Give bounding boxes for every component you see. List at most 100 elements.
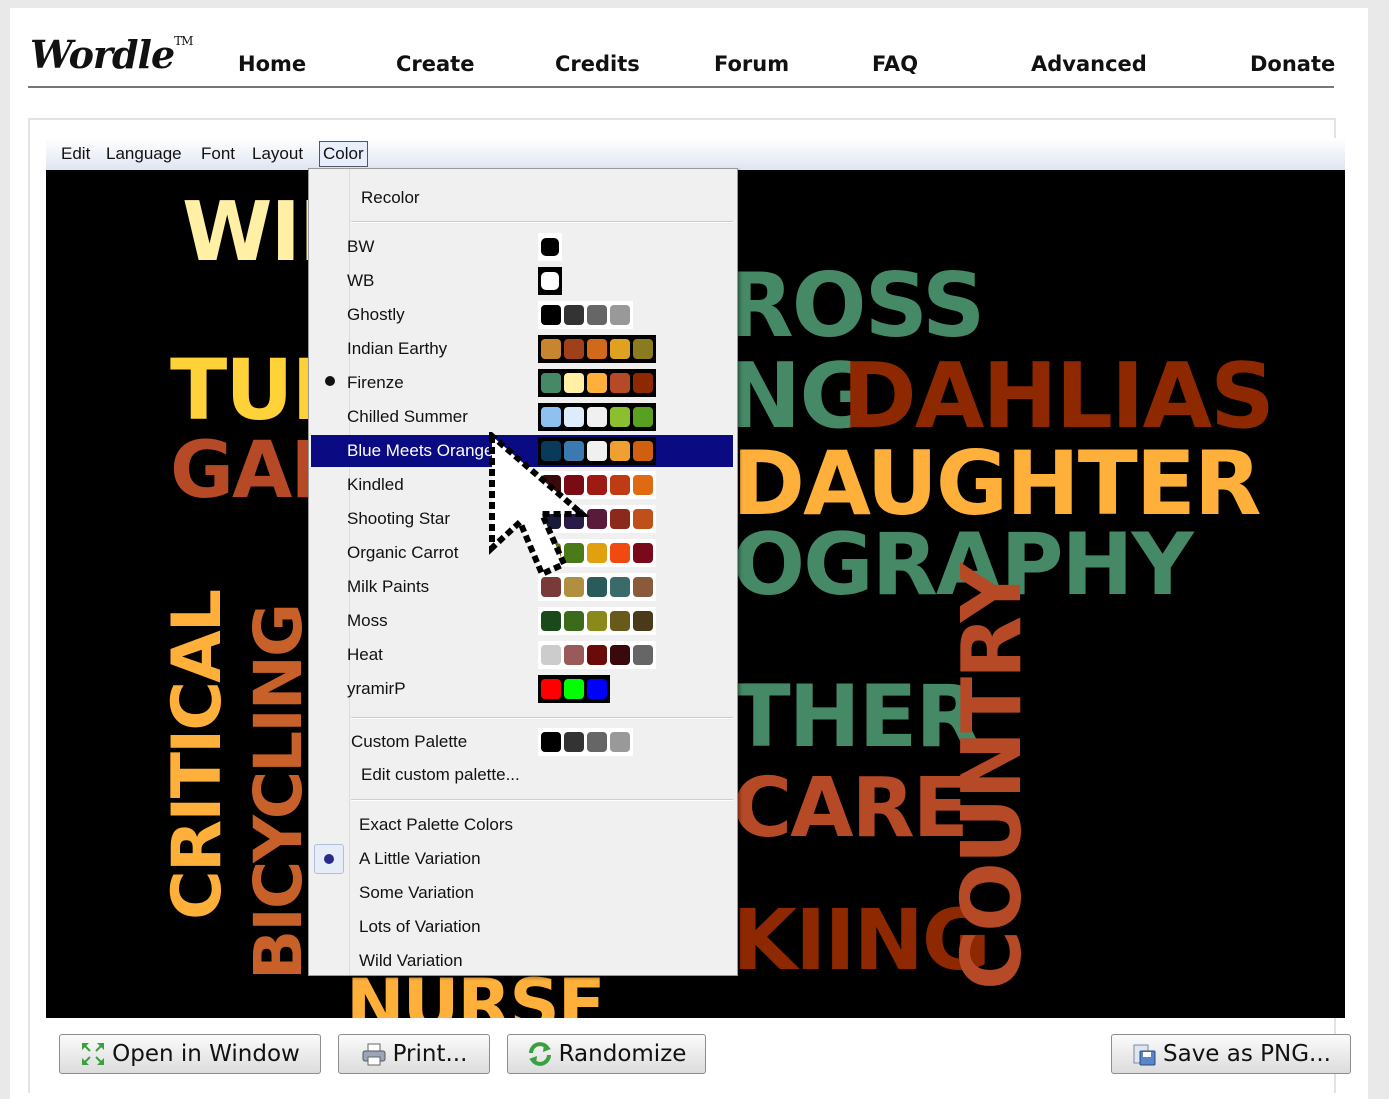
- menu-item-palette[interactable]: WB: [311, 265, 733, 297]
- palette-swatches: [538, 437, 656, 465]
- print-button[interactable]: Print...: [338, 1034, 490, 1074]
- nav-home[interactable]: Home: [238, 52, 306, 76]
- color-swatch: [541, 543, 561, 563]
- menu-item-palette[interactable]: Firenze: [311, 367, 733, 399]
- menu-layout[interactable]: Layout: [249, 142, 306, 166]
- color-swatch: [633, 509, 653, 529]
- menu-item-label: Lots of Variation: [359, 917, 481, 936]
- color-swatch: [541, 509, 561, 529]
- randomize-button[interactable]: Randomize: [507, 1034, 706, 1074]
- menu-item-palette[interactable]: Milk Paints: [311, 571, 733, 603]
- menu-item-custom-palette[interactable]: Custom Palette: [311, 726, 733, 758]
- color-swatch: [633, 441, 653, 461]
- nav-donate[interactable]: Donate: [1250, 52, 1335, 76]
- menu-item-palette[interactable]: yramirP: [311, 673, 733, 705]
- menu-color[interactable]: Color: [319, 141, 368, 167]
- menu-item-label: Exact Palette Colors: [359, 815, 514, 834]
- palette-swatches: [538, 471, 656, 499]
- color-swatch: [587, 441, 607, 461]
- button-label: Open in Window: [112, 1041, 300, 1067]
- menu-font[interactable]: Font: [198, 142, 238, 166]
- color-swatch: [541, 475, 561, 495]
- save-disk-icon: [1133, 1044, 1156, 1066]
- menu-item-variation[interactable]: Wild Variation: [311, 945, 733, 977]
- color-swatch: [610, 577, 630, 597]
- menu-item-palette[interactable]: Blue Meets Orange: [311, 435, 733, 467]
- menu-item-palette[interactable]: Chilled Summer: [311, 401, 733, 433]
- menu-separator: [351, 221, 733, 223]
- menu-item-label: Chilled Summer: [347, 407, 468, 426]
- color-swatch: [587, 339, 607, 359]
- color-swatch: [610, 373, 630, 393]
- color-swatch: [587, 305, 607, 325]
- menu-item-palette[interactable]: Kindled: [311, 469, 733, 501]
- color-swatch: [633, 373, 653, 393]
- applet-menubar: Edit Language Font Layout Color: [46, 138, 1345, 171]
- color-swatch: [541, 272, 559, 290]
- color-swatch: [541, 373, 561, 393]
- button-label: Randomize: [558, 1041, 687, 1067]
- nav-create[interactable]: Create: [396, 52, 474, 76]
- save-as-png-button[interactable]: Save as PNG...: [1111, 1034, 1351, 1074]
- refresh-icon: [528, 1042, 551, 1066]
- color-swatch: [541, 679, 561, 699]
- color-swatch: [564, 679, 584, 699]
- menu-item-label: A Little Variation: [359, 849, 481, 868]
- menu-item-label: Ghostly: [347, 305, 405, 324]
- expand-icon: [82, 1043, 105, 1065]
- palette-swatches: [538, 301, 633, 329]
- menu-item-label: Custom Palette: [351, 732, 468, 751]
- color-swatch: [587, 373, 607, 393]
- nav-forum[interactable]: Forum: [714, 52, 789, 76]
- menu-item-recolor[interactable]: Recolor: [311, 182, 733, 214]
- menu-item-variation[interactable]: Lots of Variation: [311, 911, 733, 943]
- color-swatch: [564, 407, 584, 427]
- palette-swatches: [538, 505, 656, 533]
- wordle-logo[interactable]: WordleTM: [30, 32, 193, 84]
- palette-swatches: [538, 573, 656, 601]
- color-swatch: [610, 407, 630, 427]
- menu-item-variation[interactable]: Some Variation: [311, 877, 733, 909]
- color-swatch: [564, 475, 584, 495]
- logo-text: Wordle: [30, 32, 175, 77]
- nav-credits[interactable]: Credits: [555, 52, 640, 76]
- color-swatch: [564, 577, 584, 597]
- menu-language[interactable]: Language: [103, 142, 185, 166]
- color-swatch: [587, 645, 607, 665]
- menu-item-palette[interactable]: Ghostly: [311, 299, 733, 331]
- menu-separator: [351, 717, 733, 719]
- cloud-word: COUNTRY: [945, 564, 1040, 990]
- nav-advanced[interactable]: Advanced: [1031, 52, 1147, 76]
- color-swatch: [541, 577, 561, 597]
- menu-item-label: Firenze: [347, 373, 404, 392]
- menu-item-variation[interactable]: Exact Palette Colors: [311, 809, 733, 841]
- menu-edit[interactable]: Edit: [58, 142, 93, 166]
- menu-item-label: Moss: [347, 611, 388, 630]
- palette-swatches: [538, 233, 562, 261]
- color-swatch: [564, 509, 584, 529]
- menu-item-edit-custom-palette[interactable]: Edit custom palette...: [311, 759, 733, 791]
- color-swatch: [587, 509, 607, 529]
- color-swatch: [610, 305, 630, 325]
- menu-item-palette[interactable]: Shooting Star: [311, 503, 733, 535]
- color-swatch: [541, 305, 561, 325]
- color-swatch: [610, 339, 630, 359]
- cloud-word: ROSS: [726, 254, 985, 357]
- menu-item-palette[interactable]: Organic Carrot: [311, 537, 733, 569]
- button-label: Save as PNG...: [1163, 1041, 1331, 1067]
- cloud-word: NURSE: [346, 964, 606, 1018]
- color-swatch: [633, 339, 653, 359]
- menu-item-label: Wild Variation: [359, 951, 463, 970]
- menu-item-palette[interactable]: Indian Earthy: [311, 333, 733, 365]
- color-swatch: [564, 441, 584, 461]
- open-in-window-button[interactable]: Open in Window: [59, 1034, 321, 1074]
- cloud-word: BICYCLING: [240, 604, 317, 980]
- menu-item-variation[interactable]: A Little Variation: [311, 843, 733, 875]
- menu-item-palette[interactable]: Heat: [311, 639, 733, 671]
- menu-item-label: Shooting Star: [347, 509, 451, 528]
- nav-faq[interactable]: FAQ: [872, 52, 918, 76]
- menu-item-label: BW: [347, 237, 375, 256]
- palette-swatches: [538, 403, 656, 431]
- menu-item-palette[interactable]: Moss: [311, 605, 733, 637]
- menu-item-palette[interactable]: BW: [311, 231, 733, 263]
